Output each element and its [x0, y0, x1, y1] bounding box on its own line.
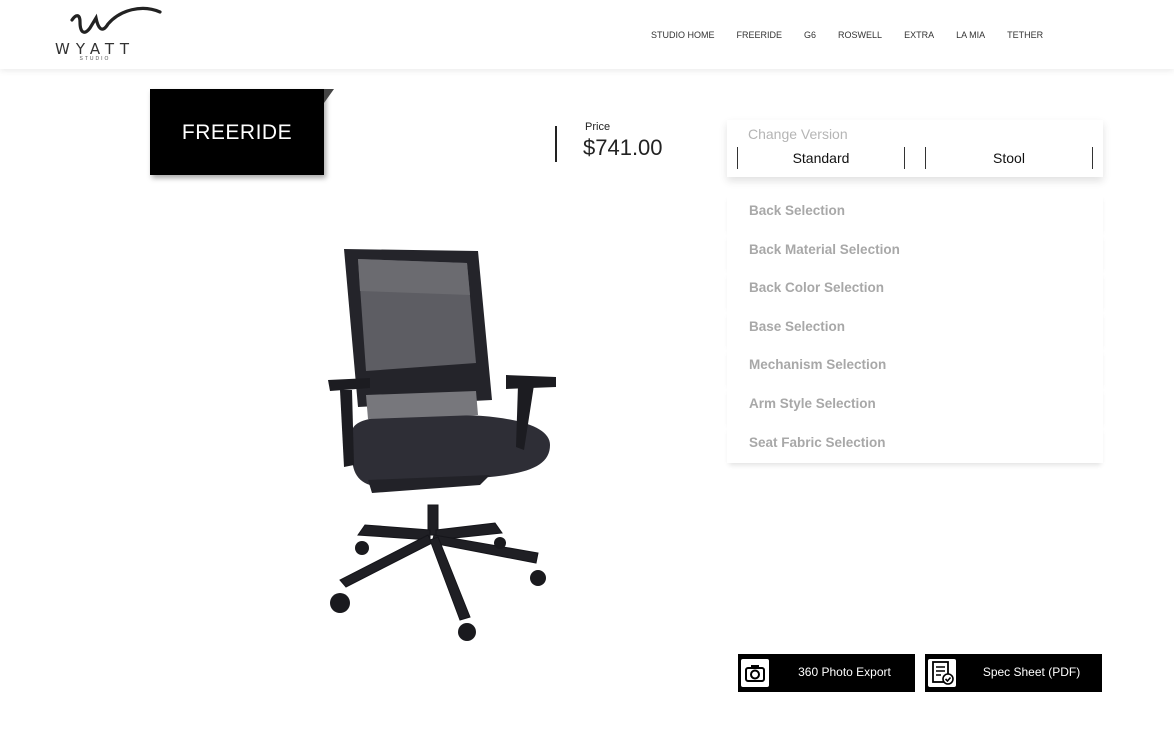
product-title-tag: FREERIDE [150, 89, 334, 175]
nav-studio-home[interactable]: STUDIO HOME [651, 30, 715, 40]
nav-freeride[interactable]: FREERIDE [737, 30, 783, 40]
photo-export-button[interactable]: 360 Photo Export [738, 654, 915, 692]
price-divider [555, 126, 557, 162]
change-version-panel: Change Version Standard Stool [727, 120, 1103, 177]
seat-fabric-selection-label: Seat Fabric Selection [749, 434, 886, 450]
back-material-selection-label: Back Material Selection [749, 241, 900, 257]
version-standard-button[interactable]: Standard [737, 147, 905, 169]
price-label: Price [585, 121, 611, 133]
back-color-selection-label: Back Color Selection [749, 280, 885, 296]
nav-g6[interactable]: G6 [804, 30, 816, 40]
title-fold-corner [324, 89, 334, 103]
camera-icon [741, 659, 769, 687]
base-selection-item[interactable]: Base Selection [727, 308, 1103, 348]
product-title: FREERIDE [181, 121, 293, 144]
document-check-icon [928, 659, 956, 687]
nav-tether[interactable]: TETHER [1007, 30, 1043, 40]
arm-style-selection-item[interactable]: Arm Style Selection [727, 385, 1103, 425]
back-selection-label: Back Selection [749, 203, 846, 218]
photo-export-label: 360 Photo Export [798, 665, 891, 679]
arm-style-selection-label: Arm Style Selection [749, 395, 876, 411]
wyatt-logo[interactable]: WYATT STUDIO [50, 6, 162, 64]
selection-list: Back Selection Back Material Selection B… [727, 193, 1103, 464]
chair-3d-view[interactable] [310, 235, 580, 655]
version-stool-button[interactable]: Stool [925, 147, 1093, 169]
change-version-title: Change Version [748, 126, 848, 142]
mechanism-selection-item[interactable]: Mechanism Selection [727, 347, 1103, 386]
nav-roswell[interactable]: ROSWELL [838, 30, 882, 40]
spec-sheet-button[interactable]: Spec Sheet (PDF) [925, 654, 1102, 692]
nav-la-mia[interactable]: LA MIA [956, 30, 985, 40]
back-material-selection-item[interactable]: Back Material Selection [727, 231, 1103, 271]
price-value: $741.00 [583, 135, 663, 160]
nav-extra[interactable]: EXTRA [904, 30, 934, 40]
mechanism-selection-label: Mechanism Selection [749, 357, 887, 373]
logo-swoosh-icon [70, 6, 162, 34]
main-nav: STUDIO HOME FREERIDE G6 ROSWELL EXTRA LA… [651, 30, 1065, 40]
back-color-selection-item[interactable]: Back Color Selection [727, 270, 1103, 309]
base-selection-label: Base Selection [749, 318, 846, 334]
office-chair-image [328, 249, 556, 641]
spec-sheet-label: Spec Sheet (PDF) [982, 665, 1081, 679]
seat-fabric-selection-item[interactable]: Seat Fabric Selection [727, 424, 1103, 464]
logo-subtitle: STUDIO [79, 56, 111, 62]
site-header: WYATT STUDIO STUDIO HOME FREERIDE G6 ROS… [0, 0, 1174, 69]
back-selection-item[interactable]: Back Selection [727, 193, 1103, 232]
